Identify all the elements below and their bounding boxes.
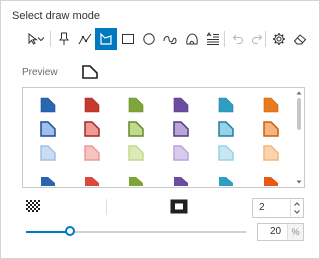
symbol-swatch[interactable] [218,97,234,113]
preview-polygon-icon [82,65,98,79]
symbol-swatch[interactable] [173,145,189,161]
eraser-button[interactable] [289,28,311,50]
freehand-polygon-tool-button[interactable] [181,28,203,50]
polyline-tool-button[interactable] [74,28,96,50]
symbol-swatch[interactable] [218,121,234,137]
circle-icon [143,33,155,45]
symbol-swatch[interactable] [218,145,234,161]
opacity-value[interactable]: 20 [270,226,281,237]
symbol-swatch[interactable] [173,97,189,113]
redo-icon [252,34,263,44]
symbol-swatch[interactable] [84,170,100,186]
symbol-swatch[interactable] [128,121,144,137]
symbol-grid [23,88,295,187]
symbol-swatch[interactable] [263,97,279,113]
symbol-gallery [22,87,305,188]
symbol-swatch[interactable] [40,97,56,113]
chevron-down-icon [37,37,45,42]
symbol-swatch[interactable] [263,145,279,161]
stroke-color-button[interactable] [170,199,188,214]
symbol-swatch[interactable] [40,170,56,186]
freehand-polyline-tool-button[interactable] [159,28,181,50]
symbol-swatch[interactable] [84,145,100,161]
pushpin-icon [59,32,69,45]
increment-icon[interactable] [293,200,301,208]
rectangle-tool-button[interactable] [117,28,139,50]
preview-label: Preview [22,67,58,78]
panel-title: Select draw mode [12,10,101,22]
rectangle-icon [122,34,134,44]
settings-button[interactable] [268,28,290,50]
select-dropdown-button[interactable] [34,28,48,50]
settings-icon [273,33,285,45]
decrement-icon[interactable] [293,208,301,216]
scroll-up-icon[interactable] [296,90,302,96]
scrollbar-thumb[interactable] [297,98,301,130]
symbol-swatch[interactable] [84,97,100,113]
symbol-swatch[interactable] [218,170,234,186]
text-icon [206,32,219,45]
stroke-width-stepper[interactable]: 2 [252,198,304,218]
polygon-tool-button[interactable] [95,28,117,50]
polyline-icon [78,33,92,45]
point-tool-button[interactable] [53,28,75,50]
draw-mode-panel: Select draw mode Preview 2 20 % [0,0,320,259]
toolbar-divider [265,31,266,47]
symbol-swatch[interactable] [263,170,279,186]
stroke-width-value[interactable]: 2 [259,202,265,213]
undo-icon [232,34,243,44]
opacity-input[interactable]: 20 % [257,223,304,241]
freehand-polygon-icon [186,33,198,45]
toolbar-divider [50,31,51,47]
polygon-icon [100,32,112,45]
symbol-swatch[interactable] [173,121,189,137]
percent-suffix: % [287,224,303,240]
opacity-slider-fill [26,231,70,233]
symbol-swatch[interactable] [263,121,279,137]
symbol-swatch[interactable] [128,97,144,113]
controls-divider [106,199,107,215]
symbol-swatch[interactable] [128,170,144,186]
symbol-swatch[interactable] [128,145,144,161]
freehand-polyline-icon [163,36,177,45]
transparency-icon [26,200,40,212]
text-tool-button[interactable] [202,28,224,50]
symbol-swatch[interactable] [173,170,189,186]
stepper-buttons [290,199,303,217]
symbol-swatch[interactable] [40,121,56,137]
scroll-down-icon[interactable] [296,179,302,185]
circle-tool-button[interactable] [138,28,160,50]
opacity-slider-thumb[interactable] [65,226,75,236]
gallery-scrollbar[interactable] [294,88,304,187]
symbol-swatch[interactable] [40,145,56,161]
eraser-icon [293,34,307,45]
toolbar-divider [224,31,225,47]
draw-toolbar [1,28,319,54]
symbol-swatch[interactable] [84,121,100,137]
